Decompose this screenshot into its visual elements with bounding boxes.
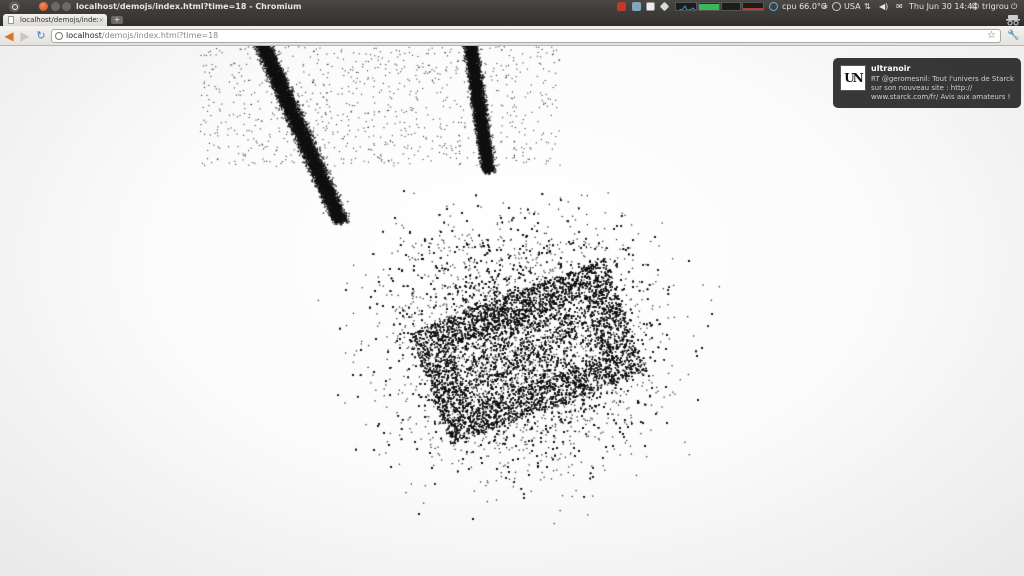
browser-toolbar: ◀ ▶ ↻ localhost/demojs/index.html?time=1… <box>0 26 1024 46</box>
mail-warning-icon[interactable] <box>617 0 626 13</box>
keyboard-icon[interactable] <box>832 0 841 13</box>
wrench-icon[interactable]: 🔧 <box>1007 30 1019 42</box>
page-icon <box>8 16 14 24</box>
checkbox-icon[interactable] <box>646 0 655 13</box>
keyboard-layout[interactable]: USA <box>844 0 861 13</box>
network-graph[interactable] <box>721 2 741 11</box>
back-arrow-icon[interactable]: ◀ <box>2 29 16 43</box>
memory-graph[interactable] <box>698 2 720 11</box>
tab-demojs[interactable]: localhost/demojs/index.htm × <box>3 14 107 26</box>
tab-strip: localhost/demojs/index.htm × + <box>0 13 1024 26</box>
url-path: /demojs/index.html?time=18 <box>101 31 219 40</box>
address-bar[interactable]: localhost/demojs/index.html?time=18 ☆ <box>51 29 1001 43</box>
reload-icon[interactable]: ↻ <box>34 29 48 43</box>
notification-body: RT @geromesnil: Tout l'univers de Starck… <box>871 75 1015 101</box>
notification-bubble: UN ultranoir RT @geromesnil: Tout l'univ… <box>833 58 1021 108</box>
clock[interactable]: Thu Jun 30 14:44 <box>909 0 977 13</box>
forward-arrow-icon[interactable]: ▶ <box>18 29 32 43</box>
user-name[interactable]: trigrou <box>982 0 1009 13</box>
tab-close-icon[interactable]: × <box>98 14 104 26</box>
url-host: localhost <box>66 31 102 40</box>
sync-icon[interactable]: ⇅ <box>864 0 871 13</box>
volume-icon[interactable]: ◀) <box>879 0 888 13</box>
bluetooth-icon[interactable]: ∗ <box>822 0 829 13</box>
user-icon[interactable]: ☺ <box>971 0 979 13</box>
url-text[interactable]: localhost/demojs/index.html?time=18 <box>66 30 218 42</box>
power-icon[interactable]: ⏻ <box>1011 0 1017 13</box>
mail-icon[interactable]: ✉ <box>896 0 903 13</box>
notification-avatar: UN <box>840 65 866 91</box>
cpu-graph[interactable] <box>675 2 697 11</box>
disk-graph[interactable] <box>742 2 764 11</box>
window-title: localhost/demojs/index.html?time=18 - Ch… <box>76 2 302 11</box>
particle-canvas[interactable] <box>0 46 1024 576</box>
tab-label: localhost/demojs/index.htm <box>20 16 98 24</box>
clipboard-icon[interactable] <box>632 0 641 13</box>
window-minimize-button[interactable] <box>51 2 60 11</box>
incognito-icon <box>1006 15 1020 26</box>
notification-title: ultranoir <box>871 64 911 73</box>
dropbox-icon[interactable] <box>659 0 670 13</box>
webgl-canvas-area[interactable] <box>0 46 1024 576</box>
ubuntu-logo-icon[interactable] <box>9 1 20 12</box>
window-close-button[interactable] <box>39 2 48 11</box>
network-icon[interactable] <box>769 0 778 13</box>
page-info-icon[interactable] <box>55 32 63 40</box>
cpu-temperature[interactable]: cpu 66.0°C <box>782 0 827 13</box>
bookmark-star-icon[interactable]: ☆ <box>987 30 996 42</box>
top-panel: localhost/demojs/index.html?time=18 - Ch… <box>0 0 1024 13</box>
window-maximize-button[interactable] <box>62 2 71 11</box>
new-tab-button[interactable]: + <box>111 16 123 24</box>
